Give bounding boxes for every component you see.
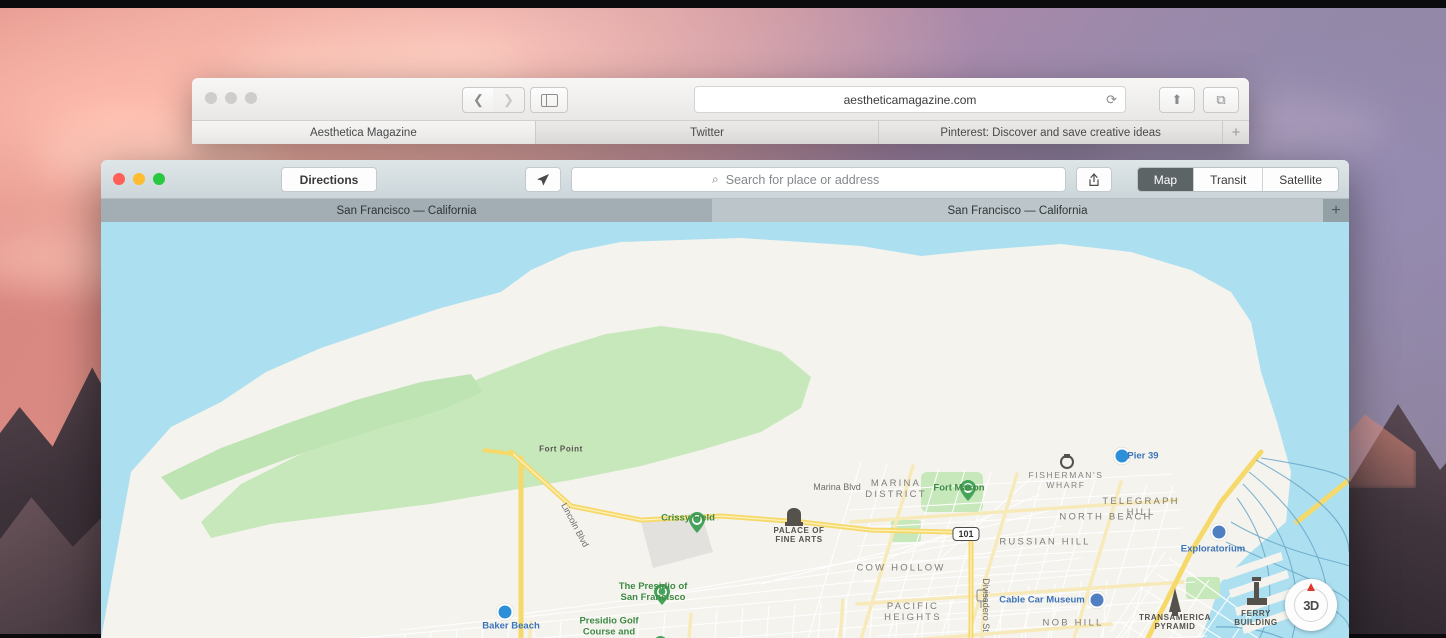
maps-tab-bar: San Francisco — California San Francisco… bbox=[101, 199, 1349, 222]
screen-top-bezel bbox=[0, 0, 1446, 8]
zoom-button[interactable] bbox=[245, 92, 257, 104]
maps-window-controls[interactable] bbox=[113, 173, 165, 185]
map-vector-layer bbox=[101, 222, 1349, 638]
reload-icon[interactable]: ⟳ bbox=[1106, 92, 1117, 108]
search-input[interactable]: ⌕ Search for place or address bbox=[571, 167, 1066, 192]
maps-window[interactable]: Directions ⌕ Search for place or address… bbox=[101, 160, 1349, 638]
safari-window-controls[interactable] bbox=[205, 92, 257, 104]
sidebar-icon[interactable] bbox=[530, 87, 568, 113]
map-dot-baker-beach[interactable] bbox=[496, 603, 514, 621]
search-placeholder: Search for place or address bbox=[725, 172, 880, 187]
forward-icon[interactable]: ❯ bbox=[493, 87, 525, 113]
safari-tab-1[interactable]: Twitter bbox=[536, 121, 880, 144]
share-glyph bbox=[1089, 172, 1099, 186]
sidebar-glyph bbox=[540, 93, 558, 107]
view-mode-satellite[interactable]: Satellite bbox=[1263, 168, 1338, 191]
maps-tab-1[interactable]: San Francisco — California bbox=[712, 199, 1323, 222]
safari-window[interactable]: ❮ ❯ aestheticamagazine.com ⟳ ⬆ ⧉ Aesthet… bbox=[192, 78, 1249, 144]
close-button[interactable] bbox=[113, 173, 125, 185]
directions-button[interactable]: Directions bbox=[281, 167, 377, 192]
location-arrow-glyph bbox=[537, 173, 549, 186]
compass-3d-label: 3D bbox=[1294, 588, 1328, 622]
view-mode-map[interactable]: Map bbox=[1137, 168, 1195, 191]
back-icon[interactable]: ❮ bbox=[462, 87, 495, 113]
compass-3d-button[interactable]: 3D bbox=[1285, 579, 1337, 631]
minimize-button[interactable] bbox=[225, 92, 237, 104]
map-dot-cable-car-museum[interactable] bbox=[1088, 591, 1106, 609]
share-icon[interactable]: ⬆ bbox=[1159, 87, 1195, 113]
safari-tab-0[interactable]: Aesthetica Magazine bbox=[192, 121, 536, 144]
safari-toolbar-right: ⬆ ⧉ bbox=[1159, 87, 1239, 113]
maps-toolbar: Directions ⌕ Search for place or address… bbox=[101, 160, 1349, 199]
view-mode-segmented-control[interactable]: Map Transit Satellite bbox=[1136, 167, 1339, 192]
map-canvas[interactable]: 101 280 SAN FRANCISCO MARINA DISTRICT CO… bbox=[101, 222, 1349, 638]
safari-tab-2[interactable]: Pinterest: Discover and save creative id… bbox=[879, 121, 1224, 144]
location-arrow-icon[interactable] bbox=[525, 167, 561, 192]
safari-toolbar: ❮ ❯ aestheticamagazine.com ⟳ ⬆ ⧉ bbox=[192, 78, 1249, 121]
close-button[interactable] bbox=[205, 92, 217, 104]
view-mode-transit[interactable]: Transit bbox=[1194, 168, 1264, 191]
maps-new-tab-button[interactable]: + bbox=[1323, 199, 1349, 222]
safari-tab-bar: Aesthetica Magazine Twitter Pinterest: D… bbox=[192, 121, 1249, 144]
route-shield-101: 101 bbox=[952, 527, 980, 541]
zoom-button[interactable] bbox=[153, 173, 165, 185]
maps-tab-0[interactable]: San Francisco — California bbox=[101, 199, 712, 222]
address-bar[interactable]: aestheticamagazine.com ⟳ bbox=[694, 86, 1126, 113]
minimize-button[interactable] bbox=[133, 173, 145, 185]
compass-needle-icon bbox=[1307, 583, 1315, 591]
map-dot-pier-39[interactable] bbox=[1113, 447, 1131, 465]
tabs-overview-icon[interactable]: ⧉ bbox=[1203, 87, 1239, 113]
search-icon: ⌕ bbox=[712, 172, 719, 186]
address-bar-text: aestheticamagazine.com bbox=[843, 92, 977, 107]
safari-new-tab-button[interactable]: + bbox=[1223, 121, 1249, 144]
share-icon[interactable] bbox=[1076, 167, 1112, 192]
map-dot-exploratorium[interactable] bbox=[1210, 523, 1228, 541]
